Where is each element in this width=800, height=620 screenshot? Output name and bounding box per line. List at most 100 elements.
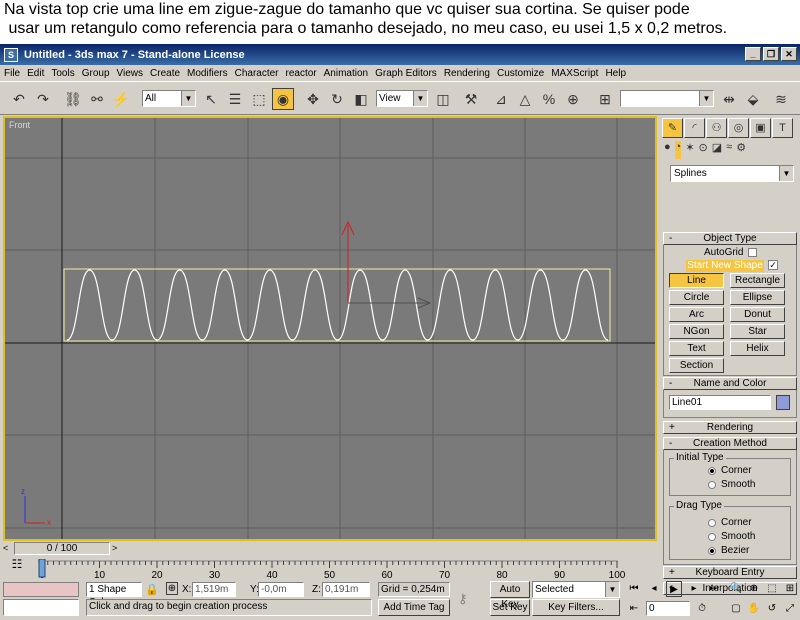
- menu-customize[interactable]: Customize: [497, 68, 544, 79]
- lights-icon[interactable]: ✶: [685, 141, 694, 159]
- x-coord-field[interactable]: 1,519m: [192, 582, 236, 597]
- object-type-rollout-header[interactable]: - Object Type: [663, 232, 797, 245]
- align-icon[interactable]: ⬙: [742, 88, 764, 110]
- auto-key-button[interactable]: Auto Key: [490, 581, 530, 610]
- cameras-icon[interactable]: ⊙: [699, 141, 708, 159]
- named-selection-icon[interactable]: ⊞: [594, 88, 616, 110]
- menu-tools[interactable]: Tools: [51, 68, 74, 79]
- go-to-end-icon[interactable]: ⏭: [706, 581, 722, 597]
- chevron-left-icon[interactable]: <: [3, 542, 13, 555]
- select-and-scale-icon[interactable]: ◧: [350, 88, 372, 110]
- ngon-button[interactable]: NGon: [669, 324, 724, 339]
- section-button[interactable]: Section: [669, 358, 724, 373]
- next-frame-icon[interactable]: ▸: [686, 581, 702, 597]
- drag-corner-radio[interactable]: Corner: [708, 517, 752, 528]
- menu-views[interactable]: Views: [117, 68, 144, 79]
- modify-tab-icon[interactable]: ◜: [684, 118, 705, 138]
- select-by-name-icon[interactable]: ☰: [224, 88, 246, 110]
- systems-icon[interactable]: ⚙: [736, 141, 746, 159]
- arc-button[interactable]: Arc: [669, 307, 724, 322]
- zoom-icon[interactable]: 🔍: [728, 581, 744, 597]
- select-and-link-icon[interactable]: ⛓: [62, 88, 84, 110]
- undo-icon[interactable]: ↶: [8, 88, 30, 110]
- rectangular-selection-icon[interactable]: ⬚: [248, 88, 270, 110]
- initial-corner-radio[interactable]: Corner: [708, 465, 752, 476]
- shapes-icon[interactable]: ◔: [674, 141, 682, 159]
- y-coord-field[interactable]: -0,0m: [258, 582, 304, 597]
- menu-create[interactable]: Create: [150, 68, 180, 79]
- trackbar-menu-icon[interactable]: ☷: [4, 557, 30, 575]
- key-filters-button[interactable]: Key Filters...: [532, 599, 620, 616]
- key-mode-dropdown[interactable]: Selected ▼: [532, 581, 620, 598]
- go-to-start-icon[interactable]: ⏮: [626, 581, 642, 597]
- restore-button[interactable]: ❐: [763, 47, 779, 61]
- bind-space-warp-icon[interactable]: ⚡: [110, 88, 132, 110]
- maximize-viewport-icon[interactable]: ⤢: [782, 601, 798, 617]
- menu-graph-editors[interactable]: Graph Editors: [375, 68, 437, 79]
- zoom-extents-all-icon[interactable]: ⊞: [782, 581, 798, 597]
- selection-filter-dropdown[interactable]: All ▼: [142, 90, 196, 107]
- helix-button[interactable]: Helix: [730, 341, 785, 356]
- drag-bezier-radio[interactable]: Bezier: [708, 545, 749, 556]
- add-time-tag-button[interactable]: Add Time Tag: [378, 599, 450, 616]
- lock-selection-icon[interactable]: 🔒: [145, 583, 159, 596]
- initial-smooth-radio[interactable]: Smooth: [708, 479, 755, 490]
- display-tab-icon[interactable]: ▣: [750, 118, 771, 138]
- close-button[interactable]: ✕: [781, 47, 797, 61]
- set-key-button[interactable]: Set Key: [490, 599, 530, 616]
- arc-rotate-icon[interactable]: ↺: [764, 601, 780, 617]
- play-icon[interactable]: ▶: [666, 581, 682, 597]
- redo-icon[interactable]: ↷: [32, 88, 54, 110]
- menu-reactor[interactable]: reactor: [286, 68, 317, 79]
- object-color-swatch[interactable]: [776, 395, 790, 410]
- mirror-icon[interactable]: ⇹: [718, 88, 740, 110]
- object-name-field[interactable]: Line01: [669, 395, 771, 410]
- unlink-icon[interactable]: ⚯: [86, 88, 108, 110]
- reference-coord-dropdown[interactable]: View ▼: [376, 90, 428, 107]
- menu-rendering[interactable]: Rendering: [444, 68, 490, 79]
- absolute-mode-icon[interactable]: ⊕: [166, 582, 178, 595]
- ellipse-button[interactable]: Ellipse: [730, 290, 785, 305]
- utilities-tab-icon[interactable]: T: [772, 118, 793, 138]
- menu-animation[interactable]: Animation: [324, 68, 368, 79]
- menu-group[interactable]: Group: [82, 68, 110, 79]
- zoom-all-icon[interactable]: ⊕: [746, 581, 762, 597]
- hierarchy-tab-icon[interactable]: ⚇: [706, 118, 727, 138]
- select-and-move-icon[interactable]: ✥: [302, 88, 324, 110]
- line-button[interactable]: Line: [669, 273, 724, 288]
- spinner-snap-icon[interactable]: ⊕: [562, 88, 584, 110]
- select-and-rotate-icon[interactable]: ↻: [326, 88, 348, 110]
- window-crossing-icon[interactable]: ◉: [272, 88, 294, 110]
- percent-snap-icon[interactable]: %: [538, 88, 560, 110]
- start-new-shape-checkbox[interactable]: ✓: [768, 260, 778, 270]
- time-slider[interactable]: 0 / 100: [14, 542, 110, 555]
- menu-help[interactable]: Help: [605, 68, 626, 79]
- title-bar[interactable]: S Untitled - 3ds max 7 - Stand-alone Lic…: [0, 44, 800, 65]
- snap-toggle-icon[interactable]: ⊿: [490, 88, 512, 110]
- menu-maxscript[interactable]: MAXScript: [551, 68, 598, 79]
- shape-category-dropdown[interactable]: Splines ▼: [670, 165, 794, 182]
- drag-smooth-radio[interactable]: Smooth: [708, 531, 755, 542]
- named-selection-sets-dropdown[interactable]: ▼: [620, 90, 714, 107]
- create-tab-icon[interactable]: ✎: [662, 118, 683, 138]
- menu-edit[interactable]: Edit: [27, 68, 44, 79]
- helpers-icon[interactable]: ◪: [712, 141, 722, 159]
- creation-method-rollout-header[interactable]: - Creation Method: [663, 437, 797, 450]
- layer-manager-icon[interactable]: ≋: [770, 88, 792, 110]
- angle-snap-icon[interactable]: △: [514, 88, 536, 110]
- donut-button[interactable]: Donut: [730, 307, 785, 322]
- menu-character[interactable]: Character: [235, 68, 279, 79]
- region-zoom-icon[interactable]: ▢: [728, 601, 744, 617]
- motion-tab-icon[interactable]: ◎: [728, 118, 749, 138]
- front-viewport[interactable]: Front z x: [3, 116, 657, 541]
- geometry-icon[interactable]: ●: [664, 141, 671, 159]
- rectangle-button[interactable]: Rectangle: [730, 273, 785, 288]
- circle-button[interactable]: Circle: [669, 290, 724, 305]
- maxscript-listener-top[interactable]: [3, 582, 79, 597]
- text-button[interactable]: Text: [669, 341, 724, 356]
- trackbar-ruler[interactable]: 0102030405060708090100: [38, 559, 628, 579]
- key-icon[interactable]: ⚷: [458, 591, 468, 607]
- start-new-shape-button[interactable]: Start New Shape: [686, 260, 764, 272]
- select-object-icon[interactable]: ↖: [200, 88, 222, 110]
- zoom-extents-icon[interactable]: ⬚: [764, 581, 780, 597]
